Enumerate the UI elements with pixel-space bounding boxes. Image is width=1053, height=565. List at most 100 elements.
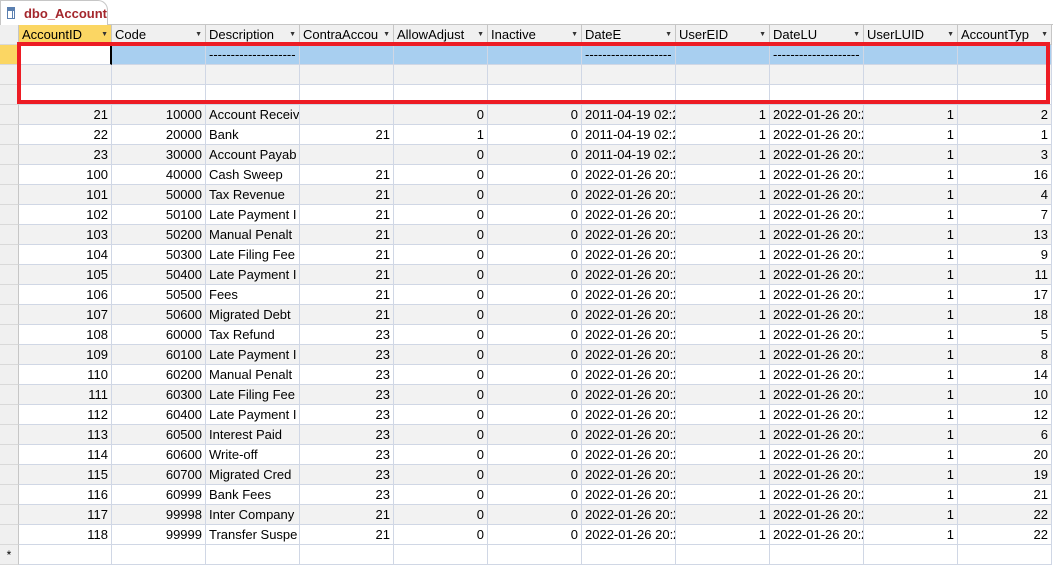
cell-allowadjust[interactable]: 0 — [394, 505, 488, 525]
cell-code[interactable]: 50400 — [112, 265, 206, 285]
cell-usereid[interactable]: 1 — [676, 425, 770, 445]
cell-userluid[interactable] — [864, 545, 958, 565]
cell-contraaccou[interactable]: 23 — [300, 365, 394, 385]
cell-code[interactable]: 60600 — [112, 445, 206, 465]
cell-inactive[interactable]: 0 — [488, 305, 582, 325]
cell-inactive[interactable]: 0 — [488, 385, 582, 405]
cell-accounttyp[interactable]: 3 — [958, 145, 1052, 165]
cell-datelu[interactable]: 2022-01-26 20:2 — [770, 265, 864, 285]
cell-description[interactable]: Bank Fees — [206, 485, 300, 505]
cell-usereid[interactable] — [676, 45, 770, 65]
cell-accounttyp[interactable]: 13 — [958, 225, 1052, 245]
cell-code[interactable]: 50100 — [112, 205, 206, 225]
row-selector[interactable] — [0, 485, 19, 505]
cell-inactive[interactable]: 0 — [488, 165, 582, 185]
cell-inactive[interactable]: 0 — [488, 145, 582, 165]
cell-userluid[interactable]: 1 — [864, 285, 958, 305]
cell-contraaccou[interactable]: 21 — [300, 265, 394, 285]
row-selector[interactable] — [0, 145, 19, 165]
cell-description[interactable]: Interest Paid — [206, 425, 300, 445]
cell-code[interactable]: 50000 — [112, 185, 206, 205]
cell-accountid[interactable]: 110 — [19, 365, 112, 385]
cell-description[interactable]: Late Filing Fee — [206, 245, 300, 265]
column-header-datelu[interactable]: DateLU ▼ — [770, 25, 864, 45]
cell-usereid[interactable]: 1 — [676, 245, 770, 265]
cell-accounttyp[interactable] — [958, 545, 1052, 565]
row-selector[interactable] — [0, 105, 19, 125]
cell-contraaccou[interactable]: 21 — [300, 125, 394, 145]
cell-allowadjust[interactable]: 0 — [394, 425, 488, 445]
chevron-down-icon[interactable]: ▼ — [853, 25, 860, 44]
cell-inactive[interactable]: 0 — [488, 425, 582, 445]
cell-allowadjust[interactable]: 0 — [394, 325, 488, 345]
cell-datee[interactable]: 2022-01-26 20:2 — [582, 465, 676, 485]
cell-accounttyp[interactable]: 16 — [958, 165, 1052, 185]
cell-accounttyp[interactable]: 21 — [958, 485, 1052, 505]
cell-contraaccou[interactable]: 21 — [300, 525, 394, 545]
table-row[interactable]: 22 20000 Bank 21 1 0 2011-04-19 02:2 1 2022-01-2… — [0, 125, 1052, 145]
cell-contraaccou[interactable] — [300, 545, 394, 565]
cell-code[interactable]: 60400 — [112, 405, 206, 425]
cell-description[interactable]: Late Payment I — [206, 265, 300, 285]
cell-description[interactable]: Migrated Cred — [206, 465, 300, 485]
cell-description[interactable]: Migrated Debt — [206, 305, 300, 325]
table-row[interactable]: 106 50500 Fees 21 0 0 2022-01-26 20:2 1 2022-01-… — [0, 285, 1052, 305]
cell-datelu[interactable]: -------------------- — [770, 45, 864, 65]
cell-userluid[interactable]: 1 — [864, 445, 958, 465]
cell-allowadjust[interactable]: 0 — [394, 145, 488, 165]
cell-code[interactable]: 60100 — [112, 345, 206, 365]
cell-datee[interactable]: 2022-01-26 20:2 — [582, 325, 676, 345]
cell-usereid[interactable]: 1 — [676, 265, 770, 285]
cell-usereid[interactable]: 1 — [676, 125, 770, 145]
row-selector[interactable] — [0, 425, 19, 445]
cell-datee[interactable]: 2022-01-26 20:2 — [582, 405, 676, 425]
cell-code[interactable]: 40000 — [112, 165, 206, 185]
cell-code[interactable]: 60000 — [112, 325, 206, 345]
cell-usereid[interactable]: 1 — [676, 525, 770, 545]
cell-inactive[interactable]: 0 — [488, 325, 582, 345]
table-row[interactable]: 116 60999 Bank Fees 23 0 0 2022-01-26 20:2 1 202… — [0, 485, 1052, 505]
cell-inactive[interactable]: 0 — [488, 105, 582, 125]
cell-code[interactable]: 50200 — [112, 225, 206, 245]
cell-userluid[interactable]: 1 — [864, 165, 958, 185]
cell-userluid[interactable]: 1 — [864, 305, 958, 325]
cell-description[interactable]: Late Payment I — [206, 405, 300, 425]
cell-contraaccou[interactable]: 23 — [300, 325, 394, 345]
cell-usereid[interactable]: 1 — [676, 225, 770, 245]
cell-description[interactable]: Bank — [206, 125, 300, 145]
column-header-allowadjust[interactable]: AllowAdjust ▼ — [394, 25, 488, 45]
table-row[interactable]: 114 60600 Write-off 23 0 0 2022-01-26 20:2 1 202… — [0, 445, 1052, 465]
cell-userluid[interactable]: 1 — [864, 325, 958, 345]
row-selector[interactable] — [0, 465, 19, 485]
cell-code[interactable]: 30000 — [112, 145, 206, 165]
cell-description[interactable]: Tax Revenue — [206, 185, 300, 205]
cell-allowadjust[interactable]: 0 — [394, 365, 488, 385]
cell-description[interactable] — [206, 65, 300, 85]
cell-allowadjust[interactable]: 0 — [394, 345, 488, 365]
chevron-down-icon[interactable]: ▼ — [195, 25, 202, 44]
cell-accounttyp[interactable]: 19 — [958, 465, 1052, 485]
cell-datee[interactable]: 2022-01-26 20:2 — [582, 505, 676, 525]
cell-datee[interactable]: 2011-04-19 02:2 — [582, 105, 676, 125]
cell-allowadjust[interactable]: 0 — [394, 205, 488, 225]
row-selector[interactable] — [0, 125, 19, 145]
cell-contraaccou[interactable] — [300, 45, 394, 65]
cell-datelu[interactable]: 2022-01-26 20:2 — [770, 165, 864, 185]
column-header-usereid[interactable]: UserEID ▼ — [676, 25, 770, 45]
cell-description[interactable]: Late Payment I — [206, 345, 300, 365]
new-record-row[interactable]: * — [0, 545, 1052, 565]
chevron-down-icon[interactable]: ▼ — [383, 25, 390, 44]
table-row[interactable]: 110 60200 Manual Penalt 23 0 0 2022-01-26 20:2… — [0, 365, 1052, 385]
cell-contraaccou[interactable]: 23 — [300, 445, 394, 465]
cell-accountid[interactable]: 101 — [19, 185, 112, 205]
cell-accounttyp[interactable]: 9 — [958, 245, 1052, 265]
cell-userluid[interactable]: 1 — [864, 405, 958, 425]
cell-datelu[interactable]: 2022-01-26 20:2 — [770, 125, 864, 145]
cell-accounttyp[interactable]: 2 — [958, 105, 1052, 125]
cell-contraaccou[interactable]: 21 — [300, 225, 394, 245]
chevron-down-icon[interactable]: ▼ — [759, 25, 766, 44]
cell-datelu[interactable]: 2022-01-26 20:2 — [770, 405, 864, 425]
cell-userluid[interactable]: 1 — [864, 265, 958, 285]
cell-code[interactable]: 60200 — [112, 365, 206, 385]
cell-datelu[interactable]: 2022-01-26 20:2 — [770, 205, 864, 225]
